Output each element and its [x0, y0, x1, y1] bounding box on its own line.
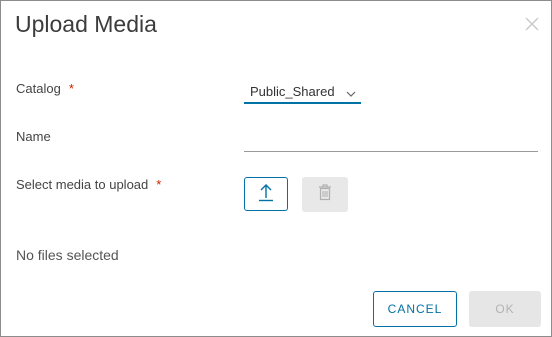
- upload-media-dialog: Upload Media Catalog * Public_Shared Name…: [0, 0, 552, 337]
- close-icon[interactable]: [523, 15, 541, 33]
- name-input[interactable]: [244, 129, 538, 152]
- no-files-status: No files selected: [16, 247, 119, 263]
- trash-icon: [317, 183, 333, 206]
- name-label: Name: [16, 129, 51, 144]
- cancel-button[interactable]: CANCEL: [373, 291, 457, 327]
- catalog-selected-value: Public_Shared: [250, 84, 335, 99]
- catalog-select[interactable]: Public_Shared: [244, 80, 361, 104]
- catalog-label: Catalog: [16, 81, 61, 96]
- dialog-title: Upload Media: [15, 11, 157, 37]
- media-label-row: Select media to upload *: [16, 177, 161, 192]
- ok-button[interactable]: OK: [469, 291, 541, 327]
- catalog-required-mark: *: [68, 81, 74, 96]
- upload-button[interactable]: [244, 177, 288, 211]
- chevron-down-icon: [346, 86, 356, 101]
- catalog-label-row: Catalog *: [16, 81, 74, 96]
- delete-button[interactable]: [302, 177, 348, 212]
- media-label: Select media to upload: [16, 177, 149, 192]
- media-required-mark: *: [156, 177, 162, 192]
- upload-icon: [257, 182, 275, 207]
